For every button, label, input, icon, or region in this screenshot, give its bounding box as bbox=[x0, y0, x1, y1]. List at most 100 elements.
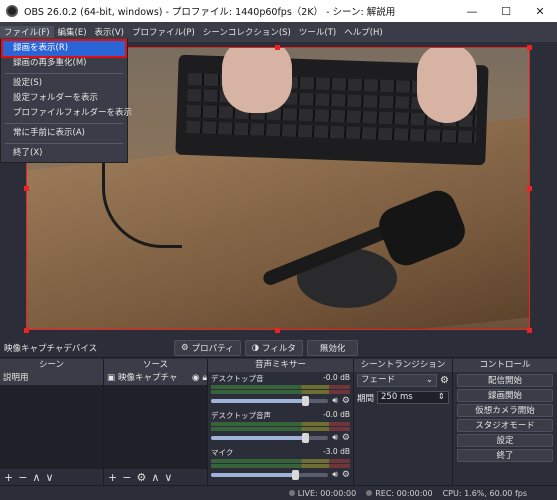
menu-item-always-on-top[interactable]: 常に手前に表示(A) bbox=[1, 126, 127, 141]
channel-name: デスクトップ音 bbox=[211, 374, 264, 383]
filters-label: フィルタ bbox=[262, 343, 296, 354]
menu-item-show-settings-folder[interactable]: 設定フォルダーを表示 bbox=[1, 91, 127, 106]
remove-source-button[interactable]: − bbox=[122, 471, 131, 484]
duration-value: 250 ms bbox=[381, 392, 413, 402]
gear-icon[interactable]: ⚙ bbox=[342, 396, 350, 406]
volume-slider[interactable] bbox=[211, 470, 329, 480]
menu-item-remux-recordings[interactable]: 録画の再多重化(M) bbox=[1, 56, 127, 71]
menu-item-settings[interactable]: 設定(S) bbox=[1, 76, 127, 91]
mixer-channels: デスクトップ音 -0.0 dB 🔊︎ ⚙ デスクトップ音声 -0.0 dB 🔊︎… bbox=[208, 372, 353, 485]
volume-slider[interactable] bbox=[211, 433, 329, 443]
source-settings-button[interactable]: ⚙ bbox=[136, 471, 146, 484]
resize-handle-tr[interactable] bbox=[527, 45, 532, 50]
minimize-button[interactable]: — bbox=[455, 0, 489, 22]
source-item[interactable]: ▣ 映像キャプチャ ◉ 🔒︎ bbox=[104, 372, 207, 385]
menu-help[interactable]: ヘルプ(H) bbox=[340, 26, 387, 38]
start-recording-button[interactable]: 録画開始 bbox=[457, 389, 553, 402]
file-menu-dropdown: 録画を表示(R) 録画の再多重化(M) 設定(S) 設定フォルダーを表示 プロフ… bbox=[0, 39, 132, 163]
live-time: LIVE: 00:00:00 bbox=[297, 488, 357, 498]
menu-file[interactable]: ファイル(F) bbox=[0, 26, 54, 38]
menu-item-exit[interactable]: 終了(X) bbox=[1, 146, 127, 161]
resize-handle-bm[interactable] bbox=[275, 328, 280, 333]
source-toolbar: 映像キャプチャデバイス ⚙ プロパティ ◑ フィルタ 無効化 bbox=[0, 338, 557, 358]
lock-icon[interactable]: 🔒︎ bbox=[202, 372, 207, 385]
status-bar: LIVE: 00:00:00 REC: 00:00:00 CPU: 1.6%, … bbox=[0, 485, 557, 500]
exit-button[interactable]: 終了 bbox=[457, 449, 553, 462]
transition-type-value: フェード bbox=[361, 375, 396, 385]
settings-button[interactable]: 設定 bbox=[457, 434, 553, 447]
menu-view[interactable]: 表示(V) bbox=[91, 26, 128, 38]
deactivate-button[interactable]: 無効化 bbox=[306, 339, 359, 356]
controls-header: コントロール bbox=[453, 359, 557, 372]
resize-handle-bl[interactable] bbox=[24, 328, 29, 333]
rec-indicator-icon bbox=[366, 490, 373, 496]
rec-status: REC: 00:00:00 bbox=[366, 488, 433, 498]
channel-name: デスクトップ音声 bbox=[211, 411, 271, 420]
window-title: OBS 26.0.2 (64-bit, windows) - プロファイル: 1… bbox=[24, 7, 396, 18]
volume-meter bbox=[211, 459, 350, 463]
sources-dock: ソース ▣ 映像キャプチャ ◉ 🔒︎ + − ⚙ ∧ ∨ bbox=[104, 359, 208, 485]
left-hand bbox=[222, 48, 292, 113]
speaker-icon[interactable]: 🔊︎ bbox=[332, 470, 338, 480]
scene-item[interactable]: 説明用 bbox=[0, 372, 103, 385]
start-virtual-camera-button[interactable]: 仮想カメラ開始 bbox=[457, 404, 553, 417]
remove-scene-button[interactable]: − bbox=[18, 471, 27, 484]
transition-type-select[interactable]: フェード ⌄ bbox=[357, 374, 438, 387]
volume-meter bbox=[211, 390, 350, 394]
scene-transitions-dock: シーントランジション フェード ⌄ ⚙ 期間 250 ms ⇕ bbox=[354, 359, 453, 485]
menu-profile[interactable]: プロファイル(P) bbox=[128, 26, 199, 38]
menu-separator bbox=[5, 143, 123, 144]
menu-separator bbox=[5, 123, 123, 124]
menu-item-show-recordings[interactable]: 録画を表示(R) bbox=[1, 39, 127, 58]
transitions-header: シーントランジション bbox=[354, 359, 452, 372]
camera-icon: ▣ bbox=[107, 373, 116, 383]
speaker-icon[interactable]: 🔊︎ bbox=[332, 396, 338, 406]
channel-db: -0.0 dB bbox=[323, 373, 350, 382]
move-scene-down-button[interactable]: ∨ bbox=[46, 471, 54, 484]
menu-edit[interactable]: 編集(E) bbox=[54, 26, 91, 38]
menu-tools[interactable]: ツール(T) bbox=[295, 26, 340, 38]
resize-handle-ml[interactable] bbox=[24, 186, 29, 191]
controls-dock: コントロール 配信開始 録画開始 仮想カメラ開始 スタジオモード 設定 終了 bbox=[453, 359, 557, 485]
sources-list: ▣ 映像キャプチャ ◉ 🔒︎ bbox=[104, 372, 207, 469]
resize-handle-br[interactable] bbox=[527, 328, 532, 333]
visibility-eye-icon[interactable]: ◉ bbox=[192, 372, 199, 385]
speaker-icon[interactable]: 🔊︎ bbox=[332, 433, 338, 443]
add-source-button[interactable]: + bbox=[108, 471, 117, 484]
gear-icon: ⚙ bbox=[181, 342, 189, 353]
resize-handle-tm[interactable] bbox=[275, 45, 280, 50]
title-bar: OBS 26.0.2 (64-bit, windows) - プロファイル: 1… bbox=[0, 0, 557, 22]
menu-scene-collection[interactable]: シーンコレクション(S) bbox=[199, 26, 295, 38]
move-scene-up-button[interactable]: ∧ bbox=[32, 471, 40, 484]
gear-icon[interactable]: ⚙ bbox=[342, 433, 350, 443]
start-streaming-button[interactable]: 配信開始 bbox=[457, 374, 553, 387]
scenes-dock: シーン 説明用 + − ∧ ∨ bbox=[0, 359, 104, 485]
rec-time: REC: 00:00:00 bbox=[375, 488, 433, 498]
volume-meter bbox=[211, 385, 350, 389]
transition-settings-gear-icon[interactable]: ⚙ bbox=[440, 375, 449, 386]
duration-spinbox[interactable]: 250 ms ⇕ bbox=[377, 391, 449, 404]
menu-separator bbox=[5, 73, 123, 74]
properties-label: プロパティ bbox=[191, 343, 234, 354]
studio-mode-button[interactable]: スタジオモード bbox=[457, 419, 553, 432]
close-button[interactable]: ✕ bbox=[523, 0, 557, 22]
scenes-list: 説明用 bbox=[0, 372, 103, 469]
maximize-button[interactable]: ☐ bbox=[489, 0, 523, 22]
selected-source-name: 映像キャプチャデバイス bbox=[4, 343, 98, 354]
properties-button[interactable]: ⚙ プロパティ bbox=[174, 339, 241, 356]
filters-button[interactable]: ◑ フィルタ bbox=[244, 339, 303, 356]
channel-name: マイク bbox=[211, 448, 234, 457]
channel-db: -3.0 dB bbox=[323, 447, 350, 456]
live-status: LIVE: 00:00:00 bbox=[288, 488, 357, 498]
chevron-updown-icon: ⌄ bbox=[425, 375, 434, 385]
move-source-down-button[interactable]: ∨ bbox=[164, 471, 172, 484]
volume-slider[interactable] bbox=[211, 396, 329, 406]
volume-meter bbox=[211, 422, 350, 426]
gear-icon[interactable]: ⚙ bbox=[342, 470, 350, 480]
add-scene-button[interactable]: + bbox=[4, 471, 13, 484]
mixer-channel: デスクトップ音声 -0.0 dB 🔊︎ ⚙ bbox=[208, 409, 353, 446]
menu-item-show-profile-folder[interactable]: プロファイルフォルダーを表示 bbox=[1, 106, 132, 121]
spin-arrows-icon: ⇕ bbox=[437, 392, 445, 402]
move-source-up-button[interactable]: ∧ bbox=[151, 471, 159, 484]
resize-handle-mr[interactable] bbox=[527, 186, 532, 191]
